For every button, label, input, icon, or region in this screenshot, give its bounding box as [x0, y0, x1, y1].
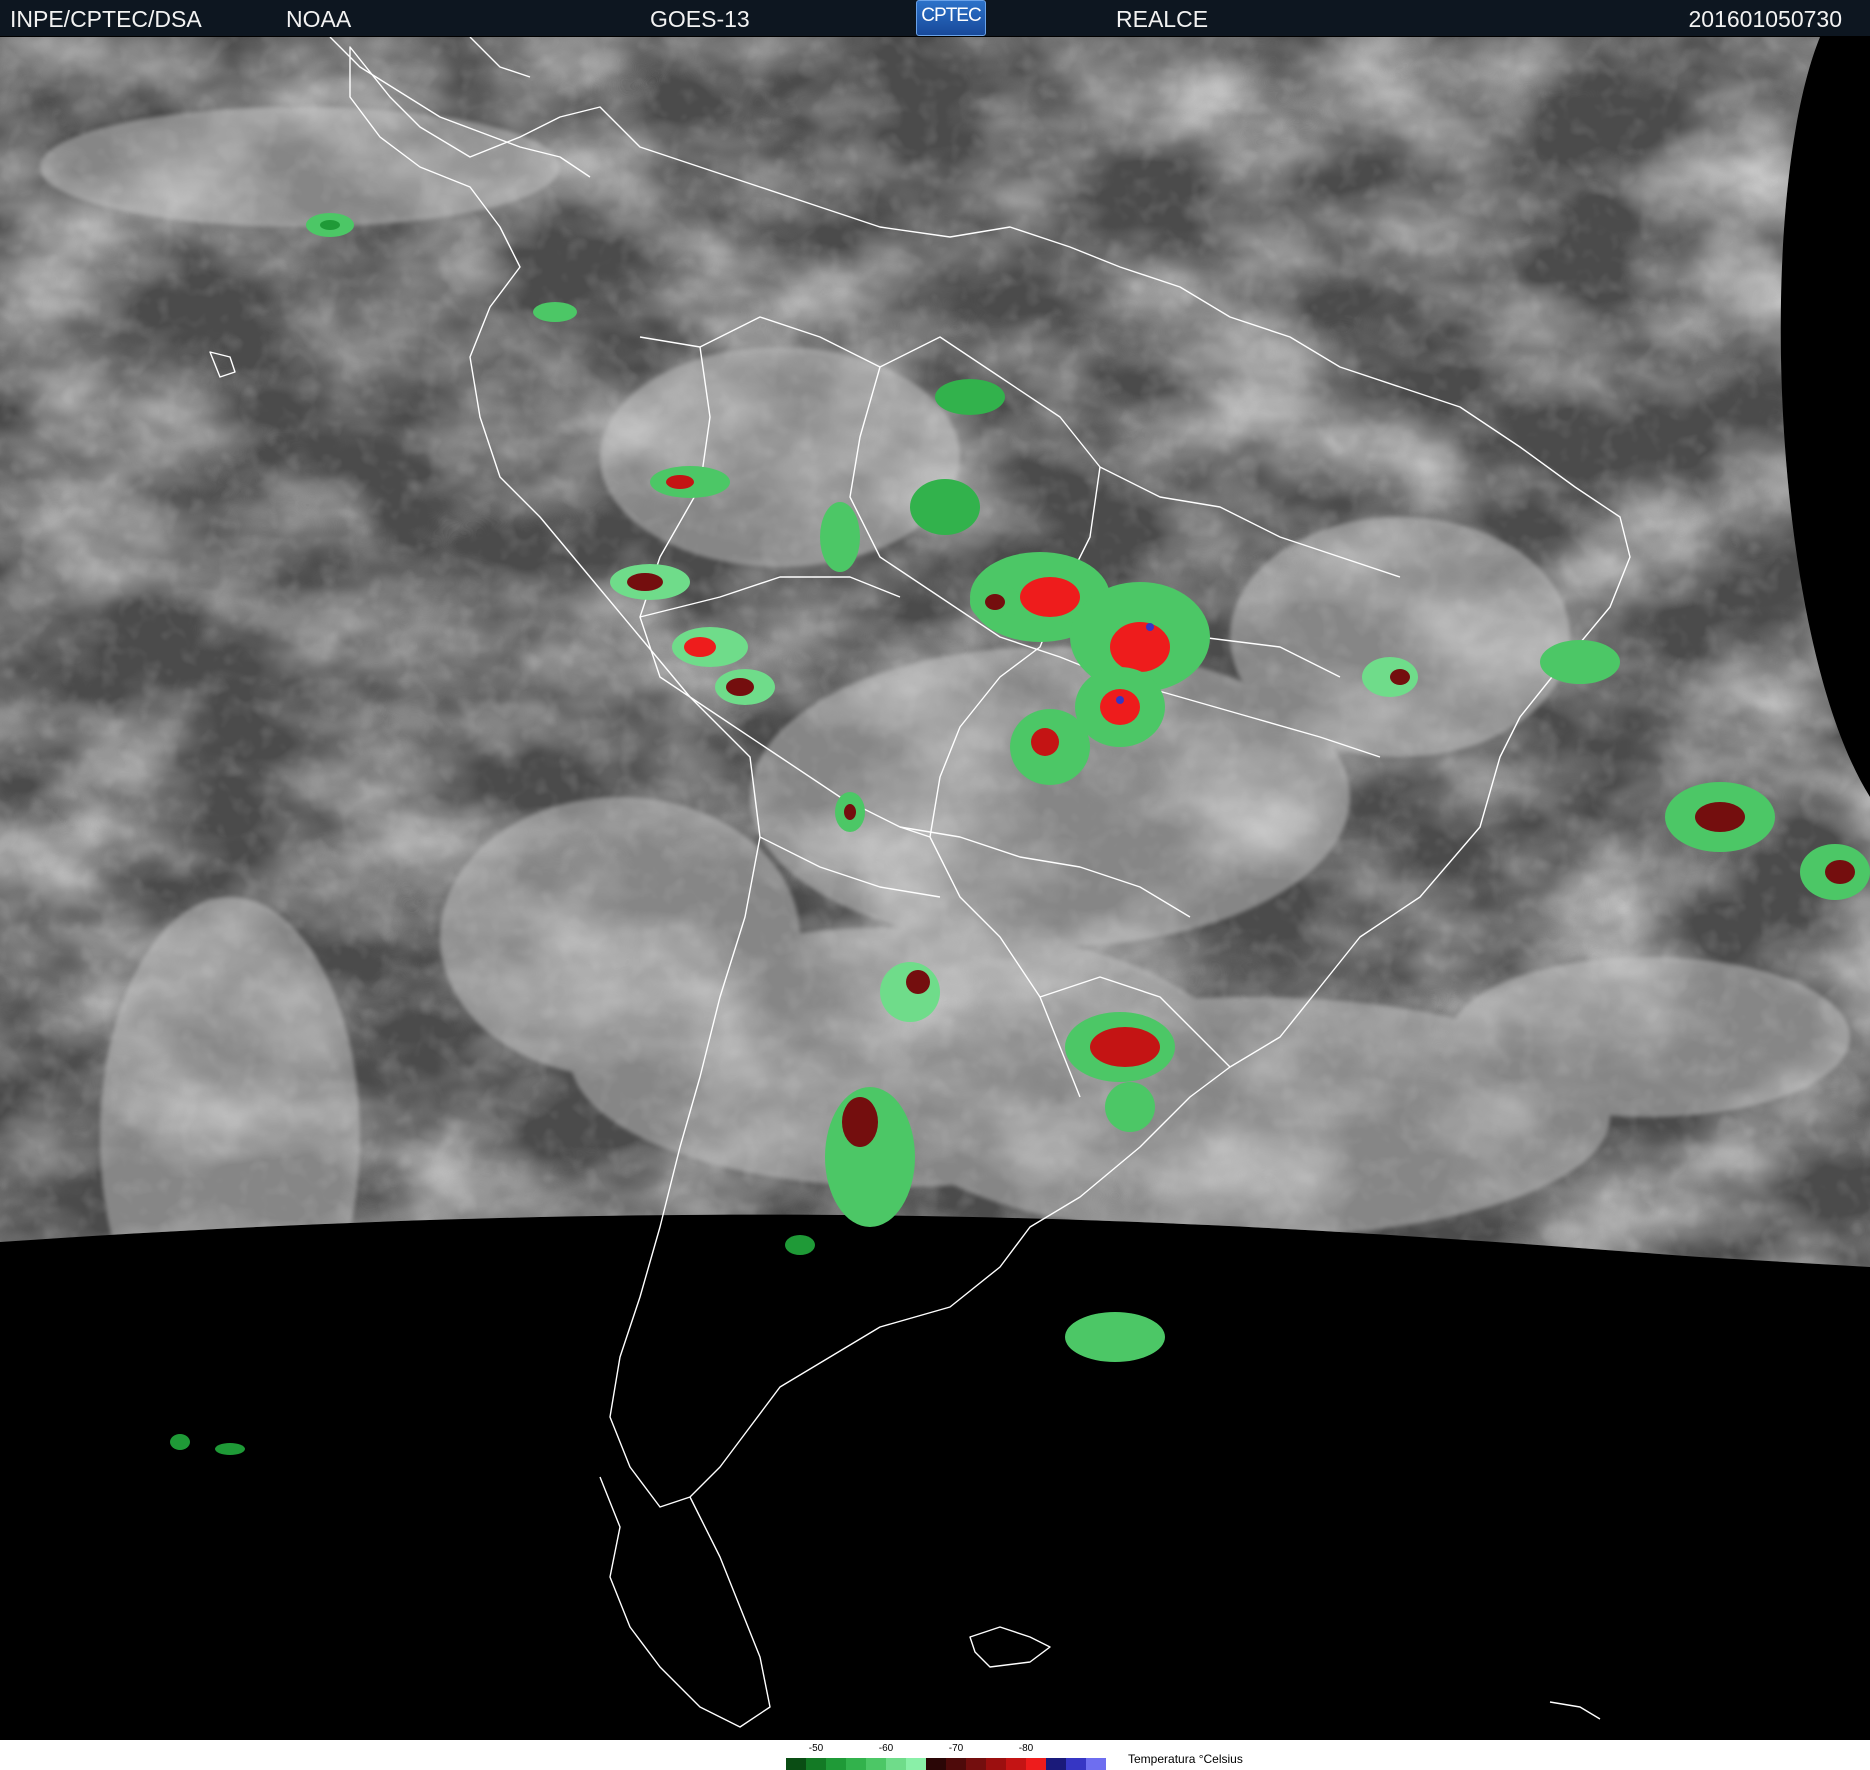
cell-25: [785, 1235, 815, 1255]
cell-2: [533, 302, 577, 322]
cell-14: [1010, 709, 1090, 785]
cell-6: [715, 669, 775, 705]
cell-19: [1800, 844, 1870, 900]
organization-label: INPE/CPTEC/DSA: [10, 6, 202, 32]
colorbar-swatch: [1046, 1758, 1066, 1770]
earth-disk: [0, 37, 1870, 1267]
cell-16: [1362, 657, 1418, 697]
colorbar-swatch: [846, 1758, 866, 1770]
colorbar-swatch: [886, 1758, 906, 1770]
cell-20: [880, 962, 940, 1022]
cell-5: [672, 627, 748, 667]
legend-footer: Temperatura °Celsius -50 -60 -70 -80: [0, 1740, 1870, 1770]
colorbar-swatch: [1066, 1758, 1086, 1770]
cell-3: [650, 466, 730, 498]
legend-title: Temperatura °Celsius: [1128, 1752, 1243, 1766]
cell-9: [910, 479, 980, 535]
satellite-map: [0, 37, 1870, 1740]
cell-18: [1665, 782, 1775, 852]
timestamp-label: 201601050730: [1688, 6, 1843, 32]
image-header: INPE/CPTEC/DSA NOAA GOES-13 CPTEC REALCE…: [0, 0, 1870, 36]
agency-label: NOAA: [286, 6, 352, 32]
cell-13: [1075, 667, 1165, 747]
cell-1: [306, 213, 354, 237]
product-label: REALCE: [1116, 6, 1209, 32]
colorbar-swatch: [926, 1758, 946, 1770]
colorbar-swatch: [866, 1758, 886, 1770]
cell-17: [1540, 640, 1620, 684]
colorbar-swatch: [1006, 1758, 1026, 1770]
colorbar-tick-label: -80: [1018, 1743, 1034, 1754]
colorbar-swatch: [966, 1758, 986, 1770]
cell-10: [820, 502, 860, 572]
cell-21: [1065, 1012, 1175, 1082]
colorbar-tick-label: -70: [948, 1743, 964, 1754]
cell-15: [970, 582, 1020, 622]
cell-22: [1105, 1082, 1155, 1132]
cptec-logo: CPTEC: [916, 0, 986, 36]
colorbar-tick-label: -60: [878, 1743, 894, 1754]
cell-23: [825, 1087, 915, 1227]
colorbar-swatch: [786, 1758, 806, 1770]
colorbar-swatch: [946, 1758, 966, 1770]
cell-7: [835, 792, 865, 832]
temperature-colorbar: [786, 1758, 1106, 1770]
colorbar-swatch: [826, 1758, 846, 1770]
cell-4: [610, 564, 690, 600]
colorbar-swatch: [906, 1758, 926, 1770]
cell-24: [1065, 1312, 1165, 1362]
colorbar-swatch: [1026, 1758, 1046, 1770]
colorbar-swatch: [986, 1758, 1006, 1770]
colorbar-swatch: [806, 1758, 826, 1770]
colorbar-tick-label: -50: [808, 1743, 824, 1754]
cptec-logo-text: CPTEC: [921, 5, 981, 26]
satellite-label: GOES-13: [650, 6, 750, 32]
colorbar-swatch: [1086, 1758, 1106, 1770]
cell-8: [935, 379, 1005, 415]
